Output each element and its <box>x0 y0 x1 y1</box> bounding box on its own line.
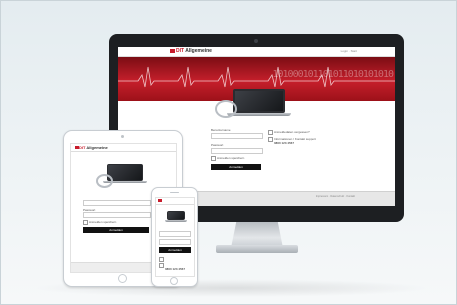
laptop-image <box>233 89 285 113</box>
tablet-stethoscope-image <box>96 174 113 188</box>
phone-logo-icon[interactable] <box>158 199 162 202</box>
tablet-logo-prefix: DIT <box>79 145 86 150</box>
password-field[interactable] <box>211 148 263 154</box>
option-1-label: Anmeldedaten vergessen? <box>274 130 310 134</box>
site-header: DIT Allgemeine Login · Start <box>118 47 395 57</box>
phone-site-header <box>156 198 194 205</box>
tablet-password-field[interactable] <box>83 212 151 218</box>
phone-speaker <box>170 192 179 193</box>
logo-brand-prefix: DIT <box>176 48 185 54</box>
tablet-camera-icon <box>121 135 124 138</box>
phone-device: Anmelden 0800 123 4567 <box>151 187 198 287</box>
logo-brand-name: Allgemeine <box>185 48 212 54</box>
tablet-home-button[interactable] <box>118 274 127 283</box>
username-field[interactable] <box>211 133 263 139</box>
camera-icon <box>254 39 258 43</box>
login-button[interactable]: Anmelden <box>211 164 261 170</box>
top-nav[interactable]: Login · Start <box>341 49 357 53</box>
stethoscope-image <box>215 100 237 118</box>
phone-login-button[interactable]: Anmelden <box>159 247 191 253</box>
phone-number: 0800 123 4567 <box>165 267 186 271</box>
site-logo[interactable]: DIT Allgemeine <box>170 48 212 54</box>
product-showcase: DIT Allgemeine Login · Start 10100010110… <box>0 0 457 305</box>
binary-decoration: 101000101101011010101010 <box>272 69 394 80</box>
phone-laptop-base <box>165 220 187 222</box>
tablet-remember-checkbox[interactable] <box>83 220 88 225</box>
remember-label: Anmelden speichern <box>217 156 245 160</box>
option-2-radio[interactable] <box>268 137 273 142</box>
devices-illustration <box>213 86 293 126</box>
tablet-logo[interactable]: DIT Allgemeine <box>75 145 108 150</box>
logo-icon <box>170 48 175 53</box>
phone-username-field[interactable] <box>159 231 191 237</box>
phone-password-field[interactable] <box>159 239 191 245</box>
tablet-remember-label: Anmelden speichern <box>89 220 117 224</box>
phone-laptop-image <box>167 211 185 220</box>
phone-login-section: Anmelden 0800 123 4567 <box>156 229 194 275</box>
phone-number: 0800 123 4567 <box>274 141 295 145</box>
laptop-base <box>227 113 291 116</box>
tablet-username-field[interactable] <box>83 200 151 206</box>
password-label: Passwort <box>211 143 224 147</box>
monitor-base <box>216 245 298 253</box>
tablet-site-header: DIT Allgemeine <box>71 144 176 152</box>
phone-option-2[interactable] <box>159 263 164 268</box>
tablet-login-button[interactable]: Anmelden <box>83 227 149 233</box>
phone-screen: Anmelden 0800 123 4567 <box>155 197 195 277</box>
phone-home-button[interactable] <box>170 277 178 285</box>
footer-links[interactable]: Impressum · Datenschutz · Kontakt <box>316 195 355 198</box>
remember-checkbox[interactable] <box>211 156 216 161</box>
phone-hero <box>156 205 194 229</box>
username-label: Benutzername <box>211 128 231 132</box>
tablet-logo-name: Allgemeine <box>86 145 108 150</box>
option-1-radio[interactable] <box>268 130 273 135</box>
phone-option-1[interactable] <box>159 257 164 262</box>
